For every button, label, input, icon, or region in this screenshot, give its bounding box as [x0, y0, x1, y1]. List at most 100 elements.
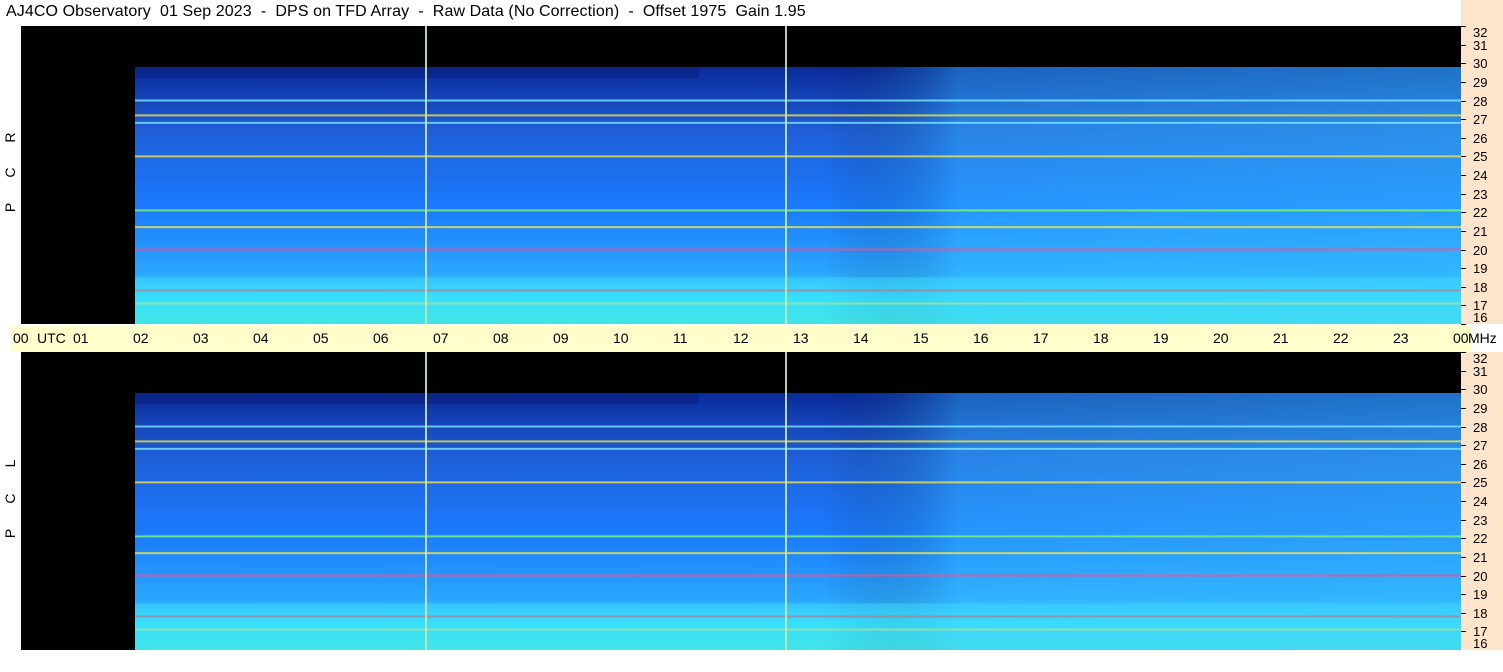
time-tick-label: 14 [853, 330, 869, 346]
upper-quiet-band [135, 66, 699, 79]
freq-tick-label: 30 [1473, 56, 1488, 72]
freq-tick-label: 31 [1473, 363, 1488, 379]
freq-tick-mark [1461, 230, 1466, 232]
freq-tick-label: 22 [1473, 205, 1488, 221]
time-tick-label: 00 [1453, 330, 1469, 346]
freq-tick-label: 20 [1473, 568, 1488, 584]
freq-axis-rcp: 32 31 30 29 28 27 26 25 24 23 22 21 20 19 18 17 16 [1461, 26, 1503, 325]
signal-line [135, 155, 1461, 158]
freq-tick-mark [1461, 352, 1466, 353]
time-tick-label: 06 [373, 330, 389, 346]
channel-label-lcp: LCP [0, 446, 21, 551]
freq-tick-mark [1461, 538, 1466, 540]
spectrogram-rcp [21, 26, 1461, 324]
freq-tick-mark [1461, 445, 1466, 447]
freq-tick-mark [1461, 100, 1466, 102]
vertical-marker-line [425, 26, 427, 324]
time-tick-label: 22 [1333, 330, 1349, 346]
freq-tick-mark [1461, 324, 1466, 325]
time-tick-label: 08 [493, 330, 509, 346]
freq-tick-label: 28 [1473, 419, 1488, 435]
time-axis: 00 UTC 01 02 03 04 05 06 07 08 09 10 11 12 13 14 15 16 17 1… [11, 326, 1497, 352]
freq-tick-mark [1461, 407, 1466, 409]
freq-tick-label: 19 [1473, 261, 1488, 277]
time-tick-label: 16 [973, 330, 989, 346]
signal-line [135, 248, 1461, 251]
freq-tick-label: 20 [1473, 242, 1488, 258]
freq-tick-mark [1461, 612, 1466, 614]
freq-tick-label: 24 [1473, 494, 1488, 509]
spectrogram-rcp-svg [21, 26, 1461, 324]
freq-tick-mark [1461, 370, 1466, 372]
freq-tick-mark [1461, 389, 1466, 391]
signal-line [135, 121, 1461, 124]
freq-tick-label: 28 [1473, 93, 1488, 109]
freq-tick-mark [1461, 193, 1466, 195]
freq-tick-label: 16 [1473, 310, 1488, 325]
freq-tick-label: 29 [1473, 74, 1488, 90]
time-tick-label: 12 [733, 330, 749, 346]
freq-tick-mark [1461, 137, 1466, 139]
freq-tick-mark [1461, 268, 1466, 270]
time-tick-label: 15 [913, 330, 929, 346]
freq-axis-lcp: 32 31 30 29 28 27 26 25 24 23 22 21 20 19 18 17 16 [1461, 352, 1503, 651]
vertical-marker-line [785, 352, 787, 650]
freq-tick-label: 23 [1473, 186, 1488, 202]
time-tick-label: 09 [553, 330, 569, 346]
freq-unit-label: MHz [1468, 330, 1497, 346]
time-tick-label: 01 [73, 330, 89, 346]
time-tick-label: 17 [1033, 330, 1049, 346]
chart-title: AJ4CO Observatory 01 Sep 2023 - DPS on T… [6, 3, 806, 20]
freq-tick-label: 22 [1473, 531, 1488, 547]
freq-tick-mark [1461, 501, 1466, 502]
freq-tick-mark [1461, 575, 1466, 577]
signal-line [135, 99, 1461, 102]
spectrogram-lcp [21, 352, 1461, 650]
freq-axis-header [1461, 0, 1503, 26]
freq-tick-mark [1461, 44, 1466, 46]
freq-tick-mark [1461, 156, 1466, 158]
channel-label-rcp: RCP [0, 120, 21, 225]
freq-tick-mark [1461, 249, 1466, 251]
time-tick-label: 00 [13, 330, 29, 346]
freq-tick-label: 27 [1473, 112, 1488, 128]
signal-line [135, 535, 1461, 538]
upper-quiet-band [135, 392, 699, 405]
bottom-margin [0, 650, 1503, 672]
freq-tick-label: 16 [1473, 636, 1488, 651]
time-tick-label: 18 [1093, 330, 1109, 346]
signal-line [135, 552, 1461, 555]
freq-tick-mark [1461, 631, 1466, 633]
freq-tick-label: 18 [1473, 605, 1488, 621]
time-tick-label: 20 [1213, 330, 1229, 346]
time-tick-label: 21 [1273, 330, 1289, 346]
freq-tick-label: 18 [1473, 279, 1488, 295]
freq-tick-label: 27 [1473, 438, 1488, 454]
vertical-marker-line [785, 26, 787, 324]
freq-tick-mark [1461, 556, 1466, 558]
freq-tick-label: 30 [1473, 382, 1488, 398]
low-frequency-band [135, 603, 1461, 650]
time-tick-label: 05 [313, 330, 329, 346]
freq-tick-label: 21 [1473, 549, 1488, 565]
freq-tick-mark [1461, 63, 1466, 65]
signal-line [135, 481, 1461, 484]
signal-line [135, 574, 1461, 577]
time-tick-label: 11 [673, 330, 688, 346]
signal-line [135, 226, 1461, 229]
vertical-marker-line [425, 352, 427, 650]
freq-tick-label: 31 [1473, 37, 1488, 53]
time-unit-label: UTC [37, 330, 66, 346]
freq-tick-mark [1461, 594, 1466, 596]
freq-tick-mark [1461, 26, 1466, 27]
low-frequency-band [135, 277, 1461, 324]
freq-tick-mark [1461, 286, 1466, 288]
freq-tick-mark [1461, 463, 1466, 465]
signal-line [135, 114, 1461, 117]
freq-tick-mark [1461, 81, 1466, 83]
freq-tick-mark [1461, 305, 1466, 307]
freq-tick-mark [1461, 175, 1466, 176]
freq-tick-mark [1461, 519, 1466, 521]
freq-tick-label: 25 [1473, 149, 1488, 165]
time-tick-label: 19 [1153, 330, 1169, 346]
